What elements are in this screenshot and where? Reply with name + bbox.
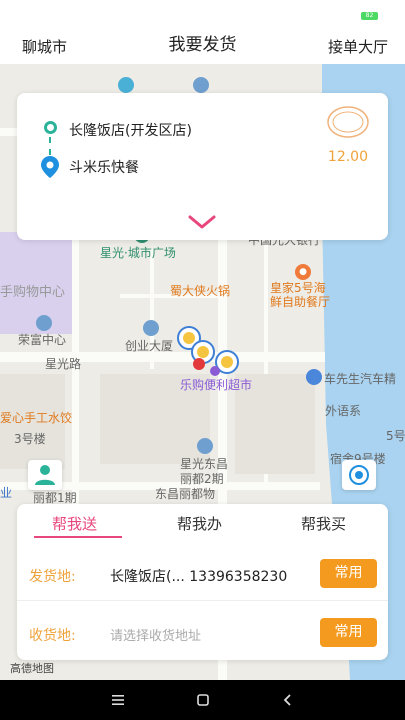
map-label-donglidou: 东昌丽都物 — [155, 487, 216, 501]
tab-help-buy[interactable]: 帮我买 — [301, 513, 346, 534]
header: 聊城市 我要发货 接单大厅 — [0, 26, 405, 64]
user-location-button[interactable] — [28, 460, 62, 490]
order-hall-link[interactable]: 接单大厅 — [328, 36, 388, 57]
map-label-mall: 手购物中心 — [0, 285, 66, 300]
status-bar: 82 — [0, 0, 405, 26]
map-label-chuangye: 创业大厦 — [125, 339, 174, 353]
poi-icon-telecom — [118, 77, 134, 93]
poi-icon-lidu — [197, 438, 213, 454]
tab-help-send[interactable]: 帮我送 — [52, 513, 97, 534]
chevron-down-icon[interactable] — [187, 213, 217, 231]
origin-dot-icon — [44, 121, 57, 134]
receiver-frequent-button[interactable]: 常用 — [320, 618, 377, 647]
route-card[interactable]: 长隆饭店(开发区店) 斗米乐快餐 12.00 — [17, 93, 388, 240]
map-label-xingguang-road: 星光路 — [45, 357, 82, 371]
active-tab-indicator — [34, 536, 122, 538]
map-label-star-city: 星光·城市广场 — [100, 246, 176, 260]
receiver-label: 收货地: — [29, 628, 76, 644]
map-label-chexiansheng: 车先生汽车精 — [324, 372, 397, 386]
map-label-aixin: 爱心手工水饺 — [0, 411, 73, 425]
map-label-yewu: 业 — [0, 486, 13, 500]
receiver-row[interactable]: 收货地: 请选择收货地址 常用 — [17, 608, 388, 660]
order-panel: 帮我送 帮我办 帮我买 发货地: 长隆饭店(... 13396358230 常用… — [17, 504, 388, 660]
map-label-no5: 5号 — [386, 429, 405, 443]
toggle-view-button[interactable] — [342, 460, 376, 490]
sender-value[interactable]: 长隆饭店(... 13396358230 — [110, 566, 287, 586]
system-nav-bar — [0, 680, 405, 720]
battery-icon: 82 — [361, 12, 378, 20]
map-attribution: 高德地图 — [10, 662, 54, 675]
poi-icon-restaurant: ● — [295, 264, 311, 280]
map-label-royal5b: 鲜自助餐厅 — [270, 295, 331, 309]
tab-help-do[interactable]: 帮我办 — [177, 513, 222, 534]
map-label-waiyusuo: 外语系 — [325, 404, 362, 418]
sender-row[interactable]: 发货地: 长隆饭店(... 13396358230 常用 — [17, 549, 388, 601]
map-label-rongfu: 荣富中心 — [18, 333, 67, 347]
poi-icon-rongfu — [36, 315, 52, 331]
courier-markers[interactable] — [175, 326, 245, 396]
map-label-shu-hotpot: 蜀大侠火锅 — [170, 284, 231, 298]
eye-icon — [349, 465, 369, 485]
route-connector — [49, 137, 51, 155]
destination-pin-icon — [41, 156, 59, 178]
poi-icon-chuangye — [143, 320, 159, 336]
poi-icon-top — [193, 77, 209, 93]
price-value: 12.00 — [327, 149, 368, 165]
sender-frequent-button[interactable]: 常用 — [320, 559, 377, 588]
back-icon[interactable] — [280, 692, 296, 708]
destination-address: 斗米乐快餐 — [69, 160, 139, 176]
delivering-stamp-icon — [327, 106, 369, 138]
origin-address: 长隆饭店(开发区店) — [69, 123, 192, 139]
service-tabs: 帮我送 帮我办 帮我买 — [17, 504, 388, 538]
receiver-input[interactable]: 请选择收货地址 — [110, 625, 201, 644]
user-icon — [35, 465, 55, 485]
home-icon[interactable] — [195, 692, 211, 708]
map-label-haolou3: 3号楼 — [14, 432, 46, 446]
poi-icon-car — [306, 369, 322, 385]
menu-icon[interactable] — [110, 692, 126, 708]
sender-label: 发货地: — [29, 569, 76, 585]
